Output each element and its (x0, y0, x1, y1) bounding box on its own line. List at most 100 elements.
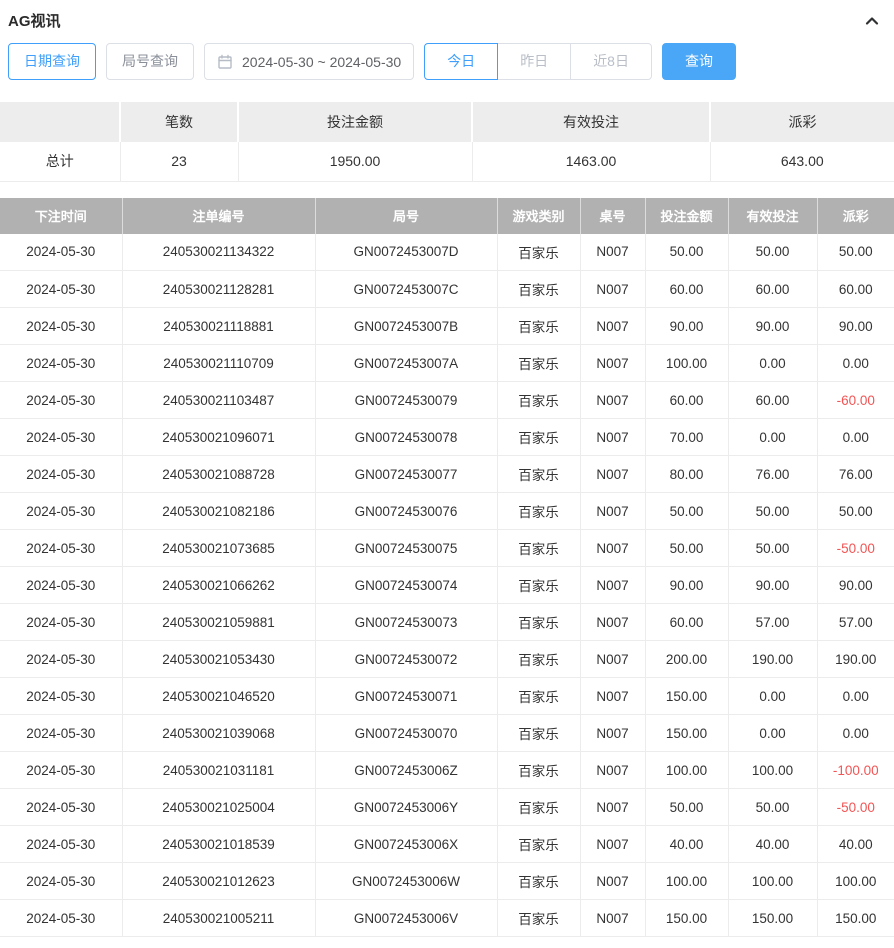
cell-table-no: N007 (580, 789, 645, 826)
cell-round-no: GN0072453006W (315, 863, 497, 900)
search-button[interactable]: 查询 (662, 43, 736, 80)
cell-bet-amount: 50.00 (645, 234, 728, 271)
quick-range-group: 今日 昨日 近8日 (424, 43, 652, 80)
cell-payout: -50.00 (817, 789, 894, 826)
cell-bet-time: 2024-05-30 (0, 678, 122, 715)
col-header-table-no: 桌号 (580, 198, 645, 234)
summary-col-count: 笔数 (120, 102, 238, 142)
cell-table-no: N007 (580, 419, 645, 456)
cell-payout: 76.00 (817, 456, 894, 493)
cell-table-no: N007 (580, 863, 645, 900)
cell-bet-time: 2024-05-30 (0, 863, 122, 900)
cell-payout: 0.00 (817, 345, 894, 382)
cell-bet-amount: 100.00 (645, 345, 728, 382)
cell-round-no: GN00724530074 (315, 567, 497, 604)
cell-order-no: 240530021025004 (122, 789, 315, 826)
cell-bet-amount: 60.00 (645, 271, 728, 308)
cell-game-type: 百家乐 (497, 789, 580, 826)
cell-order-no: 240530021031181 (122, 752, 315, 789)
summary-col-valid-bet: 有效投注 (472, 102, 710, 142)
table-row: 2024-05-30240530021134322GN0072453007D百家… (0, 234, 894, 271)
chevron-up-icon[interactable] (864, 13, 880, 29)
cell-bet-time: 2024-05-30 (0, 641, 122, 678)
cell-round-no: GN00724530071 (315, 678, 497, 715)
today-button[interactable]: 今日 (424, 43, 498, 80)
cell-table-no: N007 (580, 752, 645, 789)
col-header-game-type: 游戏类别 (497, 198, 580, 234)
cell-bet-amount: 60.00 (645, 604, 728, 641)
cell-order-no: 240530021110709 (122, 345, 315, 382)
cell-valid-bet: 0.00 (728, 678, 817, 715)
cell-payout: -60.00 (817, 382, 894, 419)
cell-round-no: GN0072453007D (315, 234, 497, 271)
cell-bet-amount: 70.00 (645, 419, 728, 456)
table-row: 2024-05-30240530021025004GN0072453006Y百家… (0, 789, 894, 826)
cell-round-no: GN0072453006X (315, 826, 497, 863)
cell-order-no: 240530021005211 (122, 900, 315, 937)
table-row: 2024-05-30240530021005211GN0072453006V百家… (0, 900, 894, 937)
cell-bet-time: 2024-05-30 (0, 789, 122, 826)
cell-valid-bet: 190.00 (728, 641, 817, 678)
cell-valid-bet: 60.00 (728, 382, 817, 419)
table-row: 2024-05-30240530021059881GN00724530073百家… (0, 604, 894, 641)
cell-payout: 0.00 (817, 715, 894, 752)
date-query-tab[interactable]: 日期查询 (8, 43, 96, 80)
summary-header-row: 笔数 投注金额 有效投注 派彩 (0, 102, 894, 142)
col-header-valid-bet: 有效投注 (728, 198, 817, 234)
yesterday-button[interactable]: 昨日 (497, 43, 571, 80)
cell-game-type: 百家乐 (497, 752, 580, 789)
cell-table-no: N007 (580, 567, 645, 604)
table-row: 2024-05-30240530021012623GN0072453006W百家… (0, 863, 894, 900)
cell-game-type: 百家乐 (497, 863, 580, 900)
cell-order-no: 240530021012623 (122, 863, 315, 900)
cell-bet-time: 2024-05-30 (0, 234, 122, 271)
col-header-bet-time: 下注时间 (0, 198, 122, 234)
cell-round-no: GN00724530073 (315, 604, 497, 641)
cell-valid-bet: 90.00 (728, 567, 817, 604)
cell-order-no: 240530021059881 (122, 604, 315, 641)
col-header-payout: 派彩 (817, 198, 894, 234)
summary-total-bet-amount: 1950.00 (238, 142, 472, 181)
cell-order-no: 240530021073685 (122, 530, 315, 567)
cell-bet-amount: 100.00 (645, 752, 728, 789)
last-8-days-button[interactable]: 近8日 (570, 43, 652, 80)
cell-valid-bet: 60.00 (728, 271, 817, 308)
cell-bet-amount: 60.00 (645, 382, 728, 419)
cell-bet-amount: 150.00 (645, 715, 728, 752)
cell-round-no: GN0072453007A (315, 345, 497, 382)
cell-payout: 50.00 (817, 493, 894, 530)
cell-round-no: GN0072453006V (315, 900, 497, 937)
cell-round-no: GN00724530070 (315, 715, 497, 752)
date-range-picker[interactable]: 2024-05-30 ~ 2024-05-30 (204, 43, 414, 80)
cell-round-no: GN00724530077 (315, 456, 497, 493)
table-row: 2024-05-30240530021039068GN00724530070百家… (0, 715, 894, 752)
cell-table-no: N007 (580, 641, 645, 678)
filter-bar: 日期查询 局号查询 2024-05-30 ~ 2024-05-30 今日 昨日 … (0, 35, 894, 88)
cell-valid-bet: 150.00 (728, 900, 817, 937)
table-row: 2024-05-30240530021128281GN0072453007C百家… (0, 271, 894, 308)
cell-bet-time: 2024-05-30 (0, 752, 122, 789)
cell-round-no: GN0072453007C (315, 271, 497, 308)
cell-payout: 40.00 (817, 826, 894, 863)
table-row: 2024-05-30240530021118881GN0072453007B百家… (0, 308, 894, 345)
cell-order-no: 240530021134322 (122, 234, 315, 271)
cell-order-no: 240530021103487 (122, 382, 315, 419)
cell-payout: 100.00 (817, 863, 894, 900)
cell-bet-amount: 50.00 (645, 493, 728, 530)
cell-bet-amount: 150.00 (645, 900, 728, 937)
table-row: 2024-05-30240530021018539GN0072453006X百家… (0, 826, 894, 863)
summary-total-count: 23 (120, 142, 238, 181)
cell-bet-amount: 50.00 (645, 530, 728, 567)
cell-bet-amount: 90.00 (645, 308, 728, 345)
table-row: 2024-05-30240530021066262GN00724530074百家… (0, 567, 894, 604)
table-row: 2024-05-30240530021088728GN00724530077百家… (0, 456, 894, 493)
cell-game-type: 百家乐 (497, 493, 580, 530)
cell-order-no: 240530021088728 (122, 456, 315, 493)
cell-bet-time: 2024-05-30 (0, 419, 122, 456)
cell-valid-bet: 50.00 (728, 493, 817, 530)
cell-order-no: 240530021082186 (122, 493, 315, 530)
cell-payout: 50.00 (817, 234, 894, 271)
cell-round-no: GN00724530075 (315, 530, 497, 567)
round-query-tab[interactable]: 局号查询 (106, 43, 194, 80)
cell-game-type: 百家乐 (497, 234, 580, 271)
